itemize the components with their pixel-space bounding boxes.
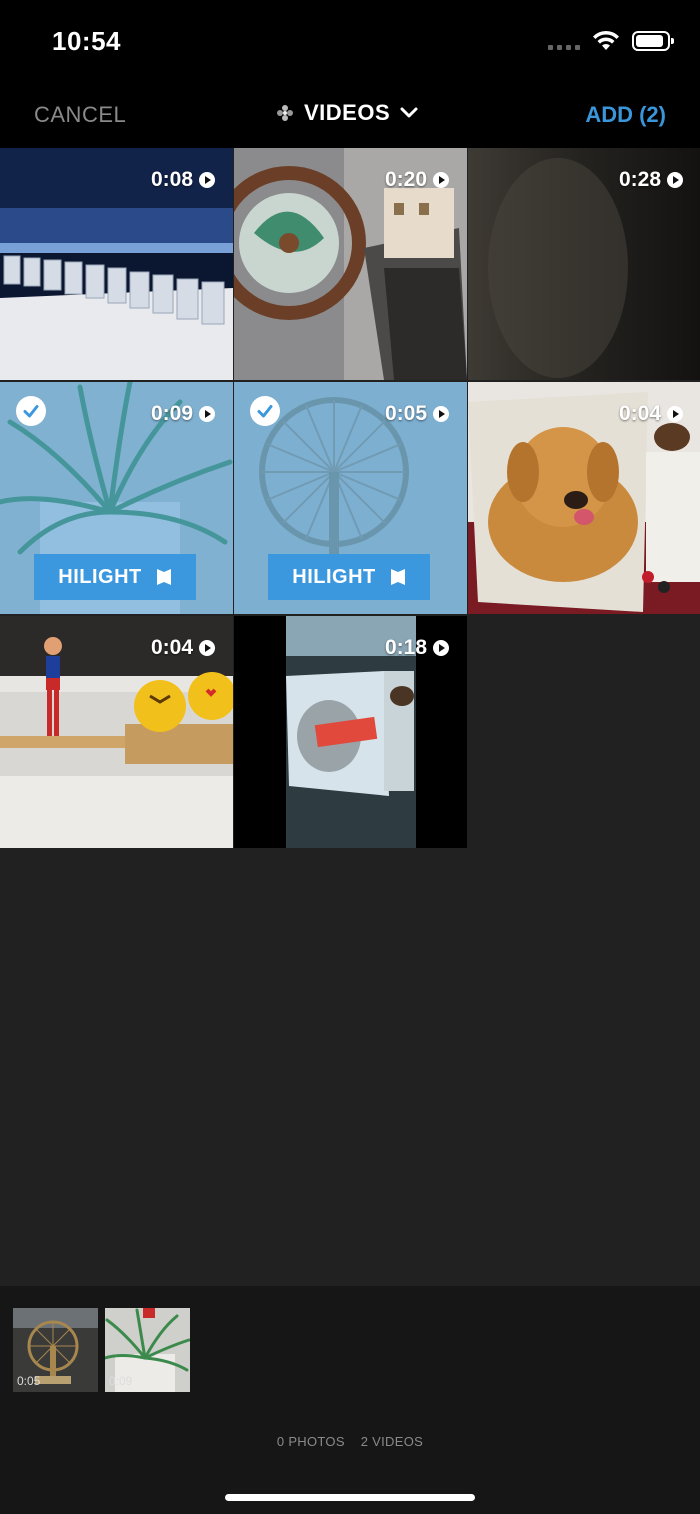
status-bar: 10:54 — [0, 0, 700, 84]
home-indicator[interactable] — [225, 1494, 475, 1501]
hilight-button[interactable]: HILIGHT — [268, 554, 430, 600]
selected-video-thumb[interactable]: 0:09 — [105, 1308, 190, 1392]
video-duration: 0:04 — [619, 402, 683, 426]
play-icon — [433, 406, 449, 422]
videos-count: 2 VIDEOS — [360, 1434, 424, 1449]
check-icon — [16, 396, 46, 426]
hilight-tag-icon — [156, 569, 171, 585]
video-tile[interactable]: 0:04 — [468, 382, 700, 614]
video-tile[interactable]: 0:28 — [468, 148, 700, 380]
play-icon — [433, 172, 449, 188]
play-icon — [199, 640, 215, 656]
selected-video-duration: 0:05 — [17, 1374, 41, 1388]
add-button[interactable]: ADD (2) — [585, 102, 666, 128]
nav-bar: CANCEL VIDEOS ADD (2) — [0, 84, 700, 148]
photos-count: 0 PHOTOS — [276, 1434, 345, 1449]
hilight-label: HILIGHT — [292, 565, 376, 588]
selection-counts: 0 PHOTOS 2 VIDEOS — [0, 1434, 700, 1449]
video-duration: 0:08 — [151, 168, 215, 192]
video-tile[interactable]: 0:04 — [0, 616, 233, 848]
video-duration: 0:09 — [151, 402, 215, 426]
video-tile[interactable]: 0:18 — [234, 616, 467, 848]
battery-level — [636, 35, 663, 47]
video-tile[interactable]: 0:20 — [234, 148, 467, 380]
video-duration: 0:18 — [385, 636, 449, 660]
video-duration: 0:04 — [151, 636, 215, 660]
video-duration: 0:20 — [385, 168, 449, 192]
play-icon — [433, 640, 449, 656]
album-selector[interactable]: VIDEOS — [276, 100, 418, 126]
video-duration: 0:05 — [385, 402, 449, 426]
play-icon — [667, 406, 683, 422]
wifi-icon — [593, 30, 619, 50]
play-icon — [199, 172, 215, 188]
chevron-down-icon — [400, 107, 418, 118]
video-tile[interactable]: 0:08 — [0, 148, 233, 380]
album-title: VIDEOS — [304, 100, 391, 125]
video-tile-selected[interactable]: 0:05 HILIGHT — [234, 382, 467, 614]
video-duration: 0:28 — [619, 168, 683, 192]
cellular-signal-icon — [548, 32, 580, 50]
hilight-label: HILIGHT — [58, 565, 142, 588]
status-time: 10:54 — [52, 26, 121, 56]
video-tile-selected[interactable]: 0:09 HILIGHT — [0, 382, 233, 614]
hilight-tag-icon — [390, 569, 405, 585]
cancel-button[interactable]: CANCEL — [34, 102, 126, 128]
selected-video-thumb[interactable]: 0:05 — [13, 1308, 98, 1392]
album-icon — [277, 105, 293, 121]
check-icon — [250, 396, 280, 426]
play-icon — [667, 172, 683, 188]
video-grid: 0:08 0:20 0:28 0:09 HILIGHT 0:05 HILIGHT… — [0, 148, 700, 1286]
play-icon — [199, 406, 215, 422]
selected-video-duration: 0:09 — [109, 1374, 133, 1388]
hilight-button[interactable]: HILIGHT — [34, 554, 196, 600]
battery-icon — [632, 31, 674, 51]
status-icons — [548, 30, 674, 52]
selection-tray: 0:05 0:09 0 PHOTOS 2 VIDEOS — [0, 1286, 700, 1514]
